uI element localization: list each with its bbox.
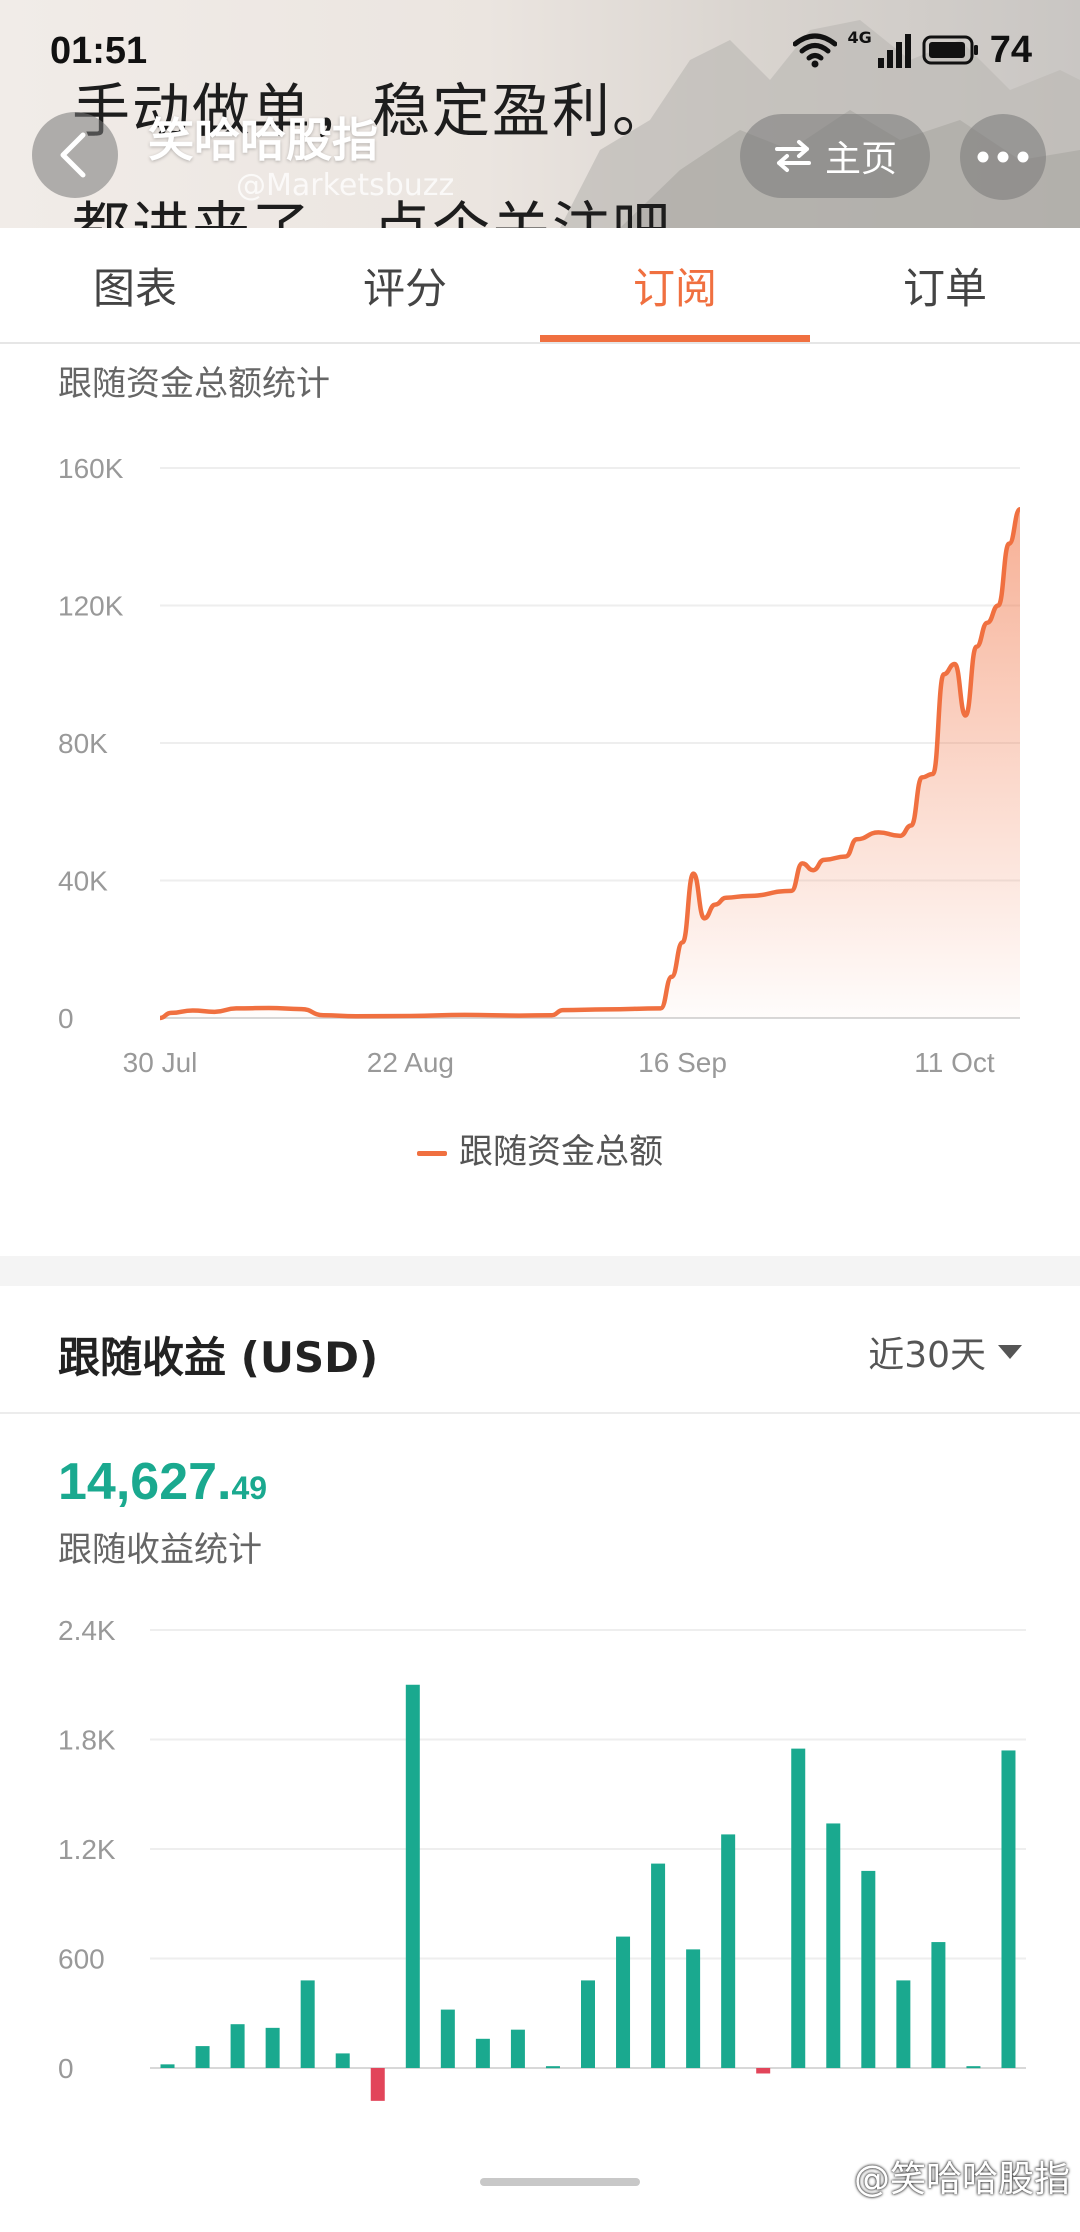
- earnings-total-decimal: 49: [231, 1470, 268, 1506]
- bar: [230, 2024, 245, 2068]
- bar: [686, 1949, 701, 2068]
- tab-rating[interactable]: 评分: [270, 228, 540, 342]
- y-tick-label: 1.8K: [58, 1725, 116, 1756]
- bar: [651, 1863, 666, 2068]
- bar: [756, 2068, 771, 2074]
- bar: [475, 2038, 490, 2068]
- account-handle: @Marketsbuzz: [236, 168, 455, 203]
- follow-funds-line-chart: 160K 120K 80K 40K 0 30 Jul 22 Aug 16 Sep 11 Oct: [58, 453, 1023, 1078]
- bar: [545, 2066, 560, 2069]
- earnings-subtitle: 跟随收益统计: [58, 1530, 262, 1570]
- back-button[interactable]: [32, 112, 118, 198]
- home-button[interactable]: 主页: [740, 114, 930, 198]
- tab-chart[interactable]: 图表: [0, 228, 270, 342]
- bar: [195, 2046, 210, 2068]
- home-indicator: [480, 2178, 640, 2186]
- bar: [1001, 1750, 1016, 2068]
- more-dots-icon: [977, 151, 1029, 163]
- y-tick-label: 0: [58, 1003, 74, 1034]
- earnings-title: 跟随收益 (USD): [58, 1333, 379, 1382]
- bar: [861, 1870, 876, 2068]
- y-tick-label: 2.4K: [58, 1615, 116, 1646]
- account-name: 笑哈哈股指: [148, 113, 378, 167]
- y-tick-label: 160K: [58, 453, 124, 484]
- dropdown-caret-icon: [998, 1345, 1022, 1359]
- y-tick-label: 0: [58, 2053, 74, 2084]
- home-button-label: 主页: [824, 139, 897, 180]
- tab-bar: 图表 评分 订阅 订单: [0, 228, 1080, 344]
- bar: [370, 2068, 385, 2101]
- switch-arrows-icon: [774, 140, 811, 172]
- back-arrow-icon: [60, 132, 86, 178]
- x-tick-label: 11 Oct: [914, 1047, 995, 1078]
- network-type-label: 4G: [847, 28, 872, 47]
- bar: [581, 1980, 595, 2068]
- bar: [335, 2053, 350, 2068]
- period-dropdown[interactable]: 近30天: [868, 1326, 1022, 1378]
- signal-icon: [877, 34, 911, 68]
- y-tick-label: 40K: [58, 866, 108, 897]
- wifi-icon: [793, 33, 838, 68]
- bar: [265, 2027, 280, 2068]
- earnings-total-integer: 14,627.: [58, 1453, 232, 1511]
- y-tick-label: 1.2K: [58, 1834, 116, 1865]
- legend-line-swatch: [417, 1151, 447, 1156]
- bar: [440, 2009, 455, 2068]
- earnings-header: 跟随收益 (USD) 近30天: [0, 1286, 1080, 1414]
- x-tick-label: 16 Sep: [638, 1047, 727, 1078]
- chart-legend: 跟随资金总额: [0, 1124, 1080, 1173]
- follow-funds-subtitle: 跟随资金总额统计: [58, 364, 330, 404]
- bar: [300, 1980, 315, 2068]
- tab-orders[interactable]: 订单: [810, 228, 1080, 342]
- watermark: @笑哈哈股指: [853, 2159, 1070, 2200]
- bar: [896, 1980, 911, 2068]
- bar: [791, 1748, 806, 2068]
- y-tick-label: 600: [58, 1944, 105, 1975]
- earnings-bar-chart: 2.4K 1.8K 1.2K 600 0: [58, 1615, 1026, 2101]
- battery-icon: [922, 35, 978, 65]
- bar: [721, 1834, 736, 2068]
- bar: [616, 1936, 631, 2068]
- bar: [405, 1684, 420, 2068]
- battery-level: 74: [989, 28, 1032, 71]
- bar: [160, 2064, 175, 2068]
- x-tick-label: 22 Aug: [367, 1047, 454, 1078]
- y-tick-label: 120K: [58, 591, 124, 622]
- bar: [966, 2066, 981, 2069]
- bar: [826, 1823, 841, 2068]
- legend-label: 跟随资金总额: [459, 1132, 663, 1172]
- period-label: 近30天: [868, 1335, 986, 1376]
- earnings-total: 14,627.49: [58, 1452, 267, 1512]
- y-tick-label: 80K: [58, 728, 108, 759]
- tab-subscription[interactable]: 订阅: [540, 228, 810, 342]
- section-divider: [0, 1256, 1080, 1286]
- more-options-button[interactable]: [960, 114, 1046, 200]
- status-bar: 01:51 4G 74: [0, 0, 1080, 90]
- bar: [931, 1942, 946, 2068]
- status-time: 01:51: [50, 30, 148, 72]
- bar: [510, 2029, 525, 2068]
- x-tick-label: 30 Jul: [123, 1047, 198, 1078]
- series-area-fill: [160, 509, 1020, 1018]
- profile-header: 手动做单，稳定盈利。 都进来了，点个关注吧。 01:51 4G: [0, 0, 1080, 228]
